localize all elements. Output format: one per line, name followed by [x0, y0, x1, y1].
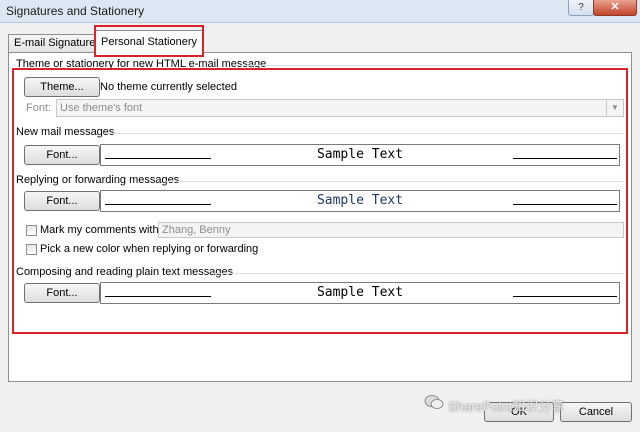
watermark-text: SharePoint知识分享 — [448, 399, 565, 414]
close-icon: ✕ — [610, 1, 620, 13]
highlight-box-tab — [94, 25, 204, 57]
title-bar: Signatures and Stationery ? ✕ — [0, 0, 640, 23]
tab-email-signature-label: E-mail Signature — [14, 37, 96, 49]
help-icon: ? — [578, 2, 584, 13]
cancel-button[interactable]: Cancel — [560, 402, 632, 422]
cancel-button-label: Cancel — [578, 406, 614, 418]
divider — [240, 65, 624, 66]
highlight-box-panel — [12, 68, 628, 334]
help-button[interactable]: ? — [568, 0, 594, 16]
close-button[interactable]: ✕ — [593, 0, 637, 16]
window-title: Signatures and Stationery — [6, 4, 145, 18]
tab-email-signature[interactable]: E-mail Signature — [8, 34, 102, 53]
wechat-icon — [424, 395, 444, 409]
